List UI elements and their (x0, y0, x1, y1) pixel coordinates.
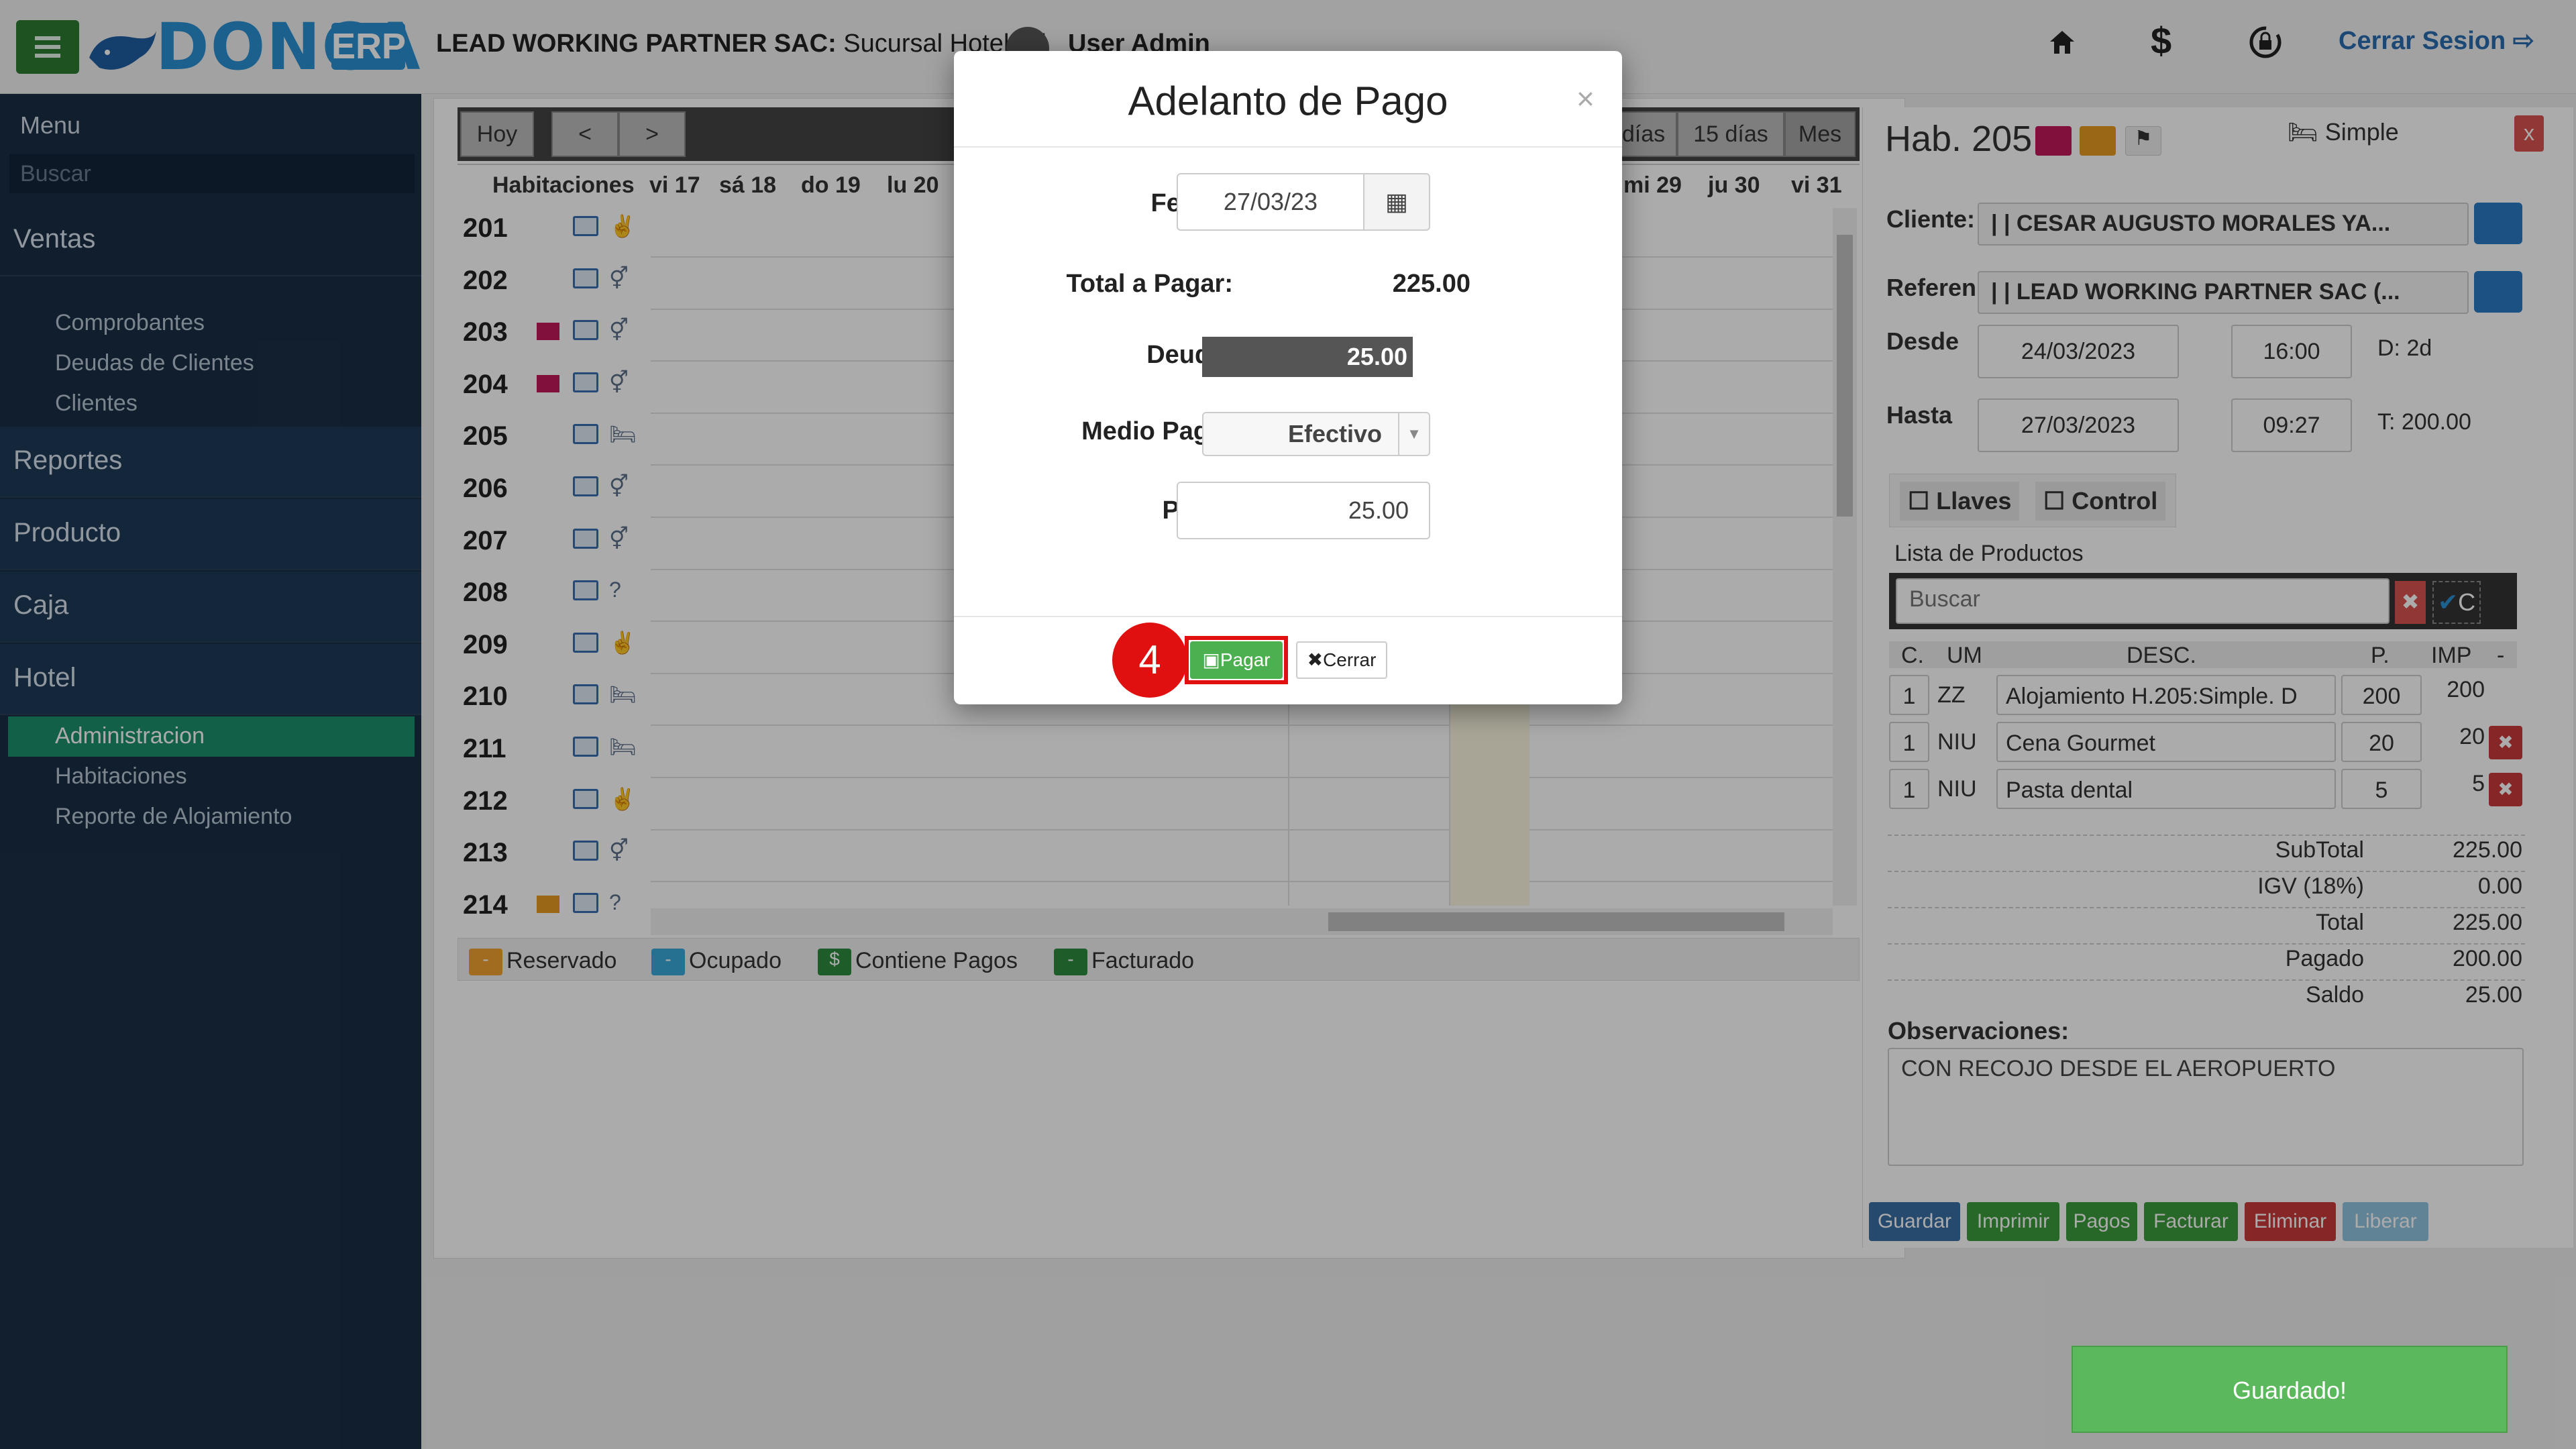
close-icon: ✖ (1307, 649, 1324, 670)
total-label: Total a Pagar: (1066, 270, 1233, 298)
money-icon: ▣ (1202, 649, 1220, 670)
payment-modal: Adelanto de Pago × Fecha: 27/03/23 ▦ Tot… (954, 51, 1622, 704)
step-badge: 4 (1112, 623, 1187, 698)
calendar-icon[interactable]: ▦ (1363, 173, 1430, 231)
cerrar-label: Cerrar (1323, 649, 1377, 670)
fecha-input[interactable]: 27/03/23 (1177, 173, 1364, 231)
modal-header-divider (954, 146, 1622, 148)
medio-pago-select[interactable]: Efectivo (1202, 412, 1430, 456)
modal-footer-divider (954, 616, 1622, 617)
cerrar-button[interactable]: ✖Cerrar (1296, 641, 1387, 679)
chevron-down-icon[interactable]: ▼ (1398, 413, 1429, 455)
toast-notification: Guardado! (2072, 1346, 2508, 1433)
pago-input[interactable]: 25.00 (1177, 482, 1430, 539)
pagar-button[interactable]: ▣Pagar (1190, 641, 1283, 679)
total-value: 225.00 (1392, 270, 1470, 298)
pagar-label: Pagar (1220, 649, 1271, 670)
modal-close-icon[interactable]: × (1576, 80, 1595, 117)
deuda-value: 25.00 (1202, 337, 1413, 377)
modal-title: Adelanto de Pago (1128, 78, 1448, 123)
